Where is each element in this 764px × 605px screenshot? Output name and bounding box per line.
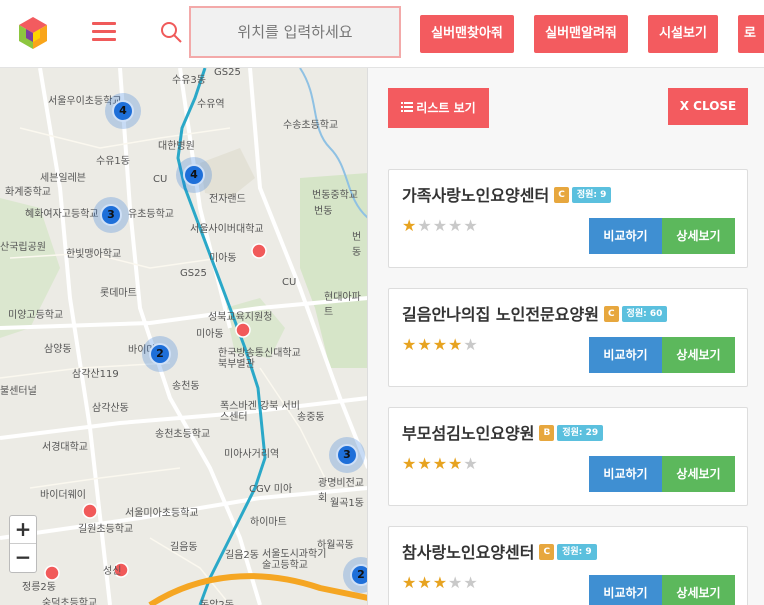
grade-badge: C bbox=[554, 186, 569, 203]
star-icon: ★ bbox=[463, 573, 479, 592]
cluster-count: 3 bbox=[336, 444, 358, 466]
detail-button[interactable]: 상세보기 bbox=[662, 337, 735, 373]
detail-button[interactable]: 상세보기 bbox=[662, 575, 735, 605]
star-icon: ★ bbox=[417, 216, 433, 235]
zoom-control: + − bbox=[9, 515, 37, 573]
capacity-badge: 정원: 9 bbox=[557, 543, 597, 560]
compare-button[interactable]: 비교하기 bbox=[589, 575, 662, 605]
facility-list-panel: 리스트 보기 X CLOSE 가족사랑노인요양센터 C 정원: 9 ★★★★★ 비교하기… bbox=[367, 68, 764, 605]
logo-icon[interactable] bbox=[18, 16, 48, 50]
star-icon: ★ bbox=[463, 216, 479, 235]
cluster-marker[interactable]: 3 bbox=[329, 437, 365, 473]
cluster-marker[interactable]: 3 bbox=[93, 197, 129, 233]
rating-stars: ★★★★★ bbox=[402, 335, 479, 354]
facility-name[interactable]: 길음안나의집 노인전문요양원 bbox=[402, 305, 599, 324]
facility-name-row: 참사랑노인요양센터 C 정원: 9 bbox=[402, 539, 597, 563]
star-icon: ★ bbox=[448, 335, 464, 354]
cluster-count: 3 bbox=[100, 204, 122, 226]
top-bar: 실버맨찾아줘 실버맨알려줘 시설보기 로 bbox=[0, 0, 764, 68]
star-icon: ★ bbox=[402, 454, 418, 473]
cluster-count: 4 bbox=[112, 100, 134, 122]
rating-stars: ★★★★★ bbox=[402, 454, 479, 473]
facility-name-row: 길음안나의집 노인전문요양원 C 정원: 60 bbox=[402, 301, 668, 325]
grade-badge: C bbox=[539, 543, 555, 560]
star-icon: ★ bbox=[463, 335, 479, 354]
facility-card[interactable]: 참사랑노인요양센터 C 정원: 9 ★★★★★ 비교하기 상세보기 bbox=[388, 526, 748, 605]
map-canvas[interactable] bbox=[0, 68, 368, 605]
list-icon bbox=[401, 88, 414, 128]
rating-stars: ★★★★★ bbox=[402, 216, 479, 235]
map-view[interactable]: 서울우이초등학교 수유3동 GS25 수유역 수송초등학교 대한병원 수유1동 … bbox=[0, 68, 368, 605]
facility-card[interactable]: 길음안나의집 노인전문요양원 C 정원: 60 ★★★★★ 비교하기 상세보기 bbox=[388, 288, 748, 387]
detail-button[interactable]: 상세보기 bbox=[662, 218, 735, 254]
star-icon: ★ bbox=[402, 216, 418, 235]
list-view-button[interactable]: 리스트 보기 bbox=[388, 88, 489, 128]
close-panel-button[interactable]: X CLOSE bbox=[668, 88, 748, 125]
zoom-in-button[interactable]: + bbox=[10, 516, 36, 544]
facility-card[interactable]: 가족사랑노인요양센터 C 정원: 9 ★★★★★ 비교하기 상세보기 bbox=[388, 169, 748, 268]
view-facilities-button[interactable]: 시설보기 bbox=[648, 15, 718, 53]
capacity-badge: 정원: 60 bbox=[621, 305, 668, 322]
list-view-label: 리스트 보기 bbox=[416, 101, 476, 115]
cluster-marker[interactable]: 4 bbox=[105, 93, 141, 129]
zoom-out-button[interactable]: − bbox=[10, 544, 36, 572]
star-icon: ★ bbox=[417, 335, 433, 354]
star-icon: ★ bbox=[432, 335, 449, 354]
capacity-badge: 정원: 29 bbox=[557, 424, 604, 441]
compare-button[interactable]: 비교하기 bbox=[589, 456, 662, 492]
star-icon: ★ bbox=[448, 216, 464, 235]
facility-name-row: 부모섬김노인요양원 B 정원: 29 bbox=[402, 420, 604, 444]
cluster-count: 4 bbox=[183, 164, 205, 186]
find-silverman-button[interactable]: 실버맨찾아줘 bbox=[420, 15, 514, 53]
menu-icon[interactable] bbox=[92, 22, 116, 44]
star-icon: ★ bbox=[402, 573, 418, 592]
star-icon: ★ bbox=[432, 573, 449, 592]
facility-card[interactable]: 부모섬김노인요양원 B 정원: 29 ★★★★★ 비교하기 상세보기 bbox=[388, 407, 748, 506]
star-icon: ★ bbox=[402, 335, 418, 354]
cluster-count: 2 bbox=[149, 343, 171, 365]
grade-badge: C bbox=[603, 305, 619, 322]
facility-name[interactable]: 부모섬김노인요양원 bbox=[402, 424, 534, 443]
capacity-badge: 정원: 9 bbox=[571, 186, 612, 203]
star-icon: ★ bbox=[432, 454, 449, 473]
star-icon: ★ bbox=[463, 454, 479, 473]
star-icon: ★ bbox=[417, 454, 433, 473]
star-icon: ★ bbox=[448, 573, 464, 592]
compare-button[interactable]: 비교하기 bbox=[589, 337, 662, 373]
grade-badge: B bbox=[539, 424, 555, 441]
more-button[interactable]: 로 bbox=[738, 15, 764, 53]
cluster-marker[interactable]: 4 bbox=[176, 157, 212, 193]
facility-name[interactable]: 참사랑노인요양센터 bbox=[402, 543, 534, 562]
location-search-input[interactable] bbox=[189, 6, 401, 58]
star-icon: ★ bbox=[432, 216, 449, 235]
facility-name-row: 가족사랑노인요양센터 C 정원: 9 bbox=[402, 182, 612, 206]
star-icon: ★ bbox=[448, 454, 464, 473]
detail-button[interactable]: 상세보기 bbox=[662, 456, 735, 492]
tell-silverman-button[interactable]: 실버맨알려줘 bbox=[534, 15, 628, 53]
rating-stars: ★★★★★ bbox=[402, 573, 479, 592]
cluster-marker[interactable]: 2 bbox=[142, 336, 178, 372]
compare-button[interactable]: 비교하기 bbox=[589, 218, 662, 254]
facility-name[interactable]: 가족사랑노인요양센터 bbox=[402, 186, 549, 205]
cluster-count: 2 bbox=[350, 564, 368, 586]
star-icon: ★ bbox=[417, 573, 433, 592]
search-icon[interactable] bbox=[159, 20, 183, 44]
